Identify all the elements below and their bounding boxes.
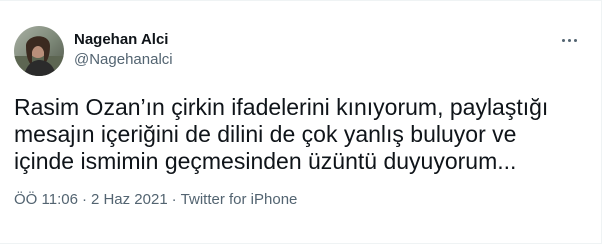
meta-separator: · bbox=[171, 191, 177, 208]
tweet-metadata: ÖÖ 11:06 · 2 Haz 2021 · Twitter for iPho… bbox=[14, 191, 297, 209]
more-horizontal-icon-dot bbox=[573, 38, 577, 42]
avatar[interactable] bbox=[14, 26, 64, 76]
top-divider bbox=[0, 0, 602, 1]
display-name[interactable]: Nagehan Alci bbox=[74, 31, 173, 49]
tweet-time[interactable]: ÖÖ 11:06 bbox=[14, 191, 78, 209]
more-horizontal-icon bbox=[561, 38, 565, 42]
tweet-date[interactable]: 2 Haz 2021 bbox=[91, 191, 168, 209]
avatar-image bbox=[14, 26, 64, 76]
author-block: Nagehan Alci @Nagehanalci bbox=[74, 31, 173, 69]
more-options-button[interactable] bbox=[557, 30, 581, 50]
meta-separator: · bbox=[81, 191, 87, 208]
tweet-source[interactable]: Twitter for iPhone bbox=[181, 191, 298, 209]
tweet-card[interactable]: Nagehan Alci @Nagehanalci Rasim Ozan’ın … bbox=[0, 0, 602, 244]
user-handle[interactable]: @Nagehanalci bbox=[74, 51, 173, 69]
tweet-text: Rasim Ozan’ın çirkin ifadelerini kınıyor… bbox=[14, 94, 549, 174]
more-horizontal-icon-dot bbox=[567, 38, 571, 42]
